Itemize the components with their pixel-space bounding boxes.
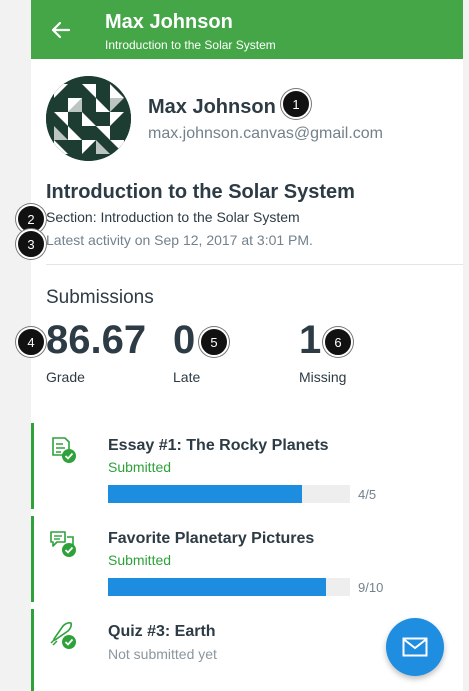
callout-marker: 4 [16,327,46,357]
assignment-title: Essay #1: The Rocky Planets [108,437,329,454]
assignment-status: Submitted [108,552,172,568]
quiz-rocket-icon [48,620,78,650]
missing-label: Missing [299,369,347,385]
app-bar: Max Johnson Introduction to the Solar Sy… [31,0,463,59]
student-context-screen: Max Johnson Introduction to the Solar Sy… [31,0,463,691]
latest-activity: Latest activity on Sep 12, 2017 at 3:01 … [46,232,313,248]
score-progress-fill [108,485,302,503]
callout-marker: 1 [281,89,311,119]
assignment-status-bar [31,516,34,602]
assignment-title: Favorite Planetary Pictures [108,530,315,547]
assignment-submitted-icon [48,435,78,465]
assignment-status: Not submitted yet [108,646,217,662]
callout-marker: 3 [16,229,46,259]
assignment-status-bar [31,423,34,509]
student-name: Max Johnson [148,96,276,118]
course-title: Introduction to the Solar System [46,181,355,203]
missing-count: 1 [299,318,322,362]
arrow-left-icon [51,21,71,39]
message-fab-button[interactable] [386,618,444,676]
grade-label: Grade [46,369,85,385]
section-name: Section: Introduction to the Solar Syste… [46,209,300,225]
assignment-score: 9/10 [358,580,384,595]
divider [46,264,463,265]
submissions-heading: Submissions [46,287,154,308]
callout-marker: 5 [199,327,229,357]
assignment-status-bar [31,609,34,691]
app-bar-subtitle: Introduction to the Solar System [105,38,276,52]
student-email: max.johnson.canvas@gmail.com [148,125,384,142]
late-count: 0 [173,318,196,362]
late-label: Late [173,369,201,385]
back-button[interactable] [49,18,73,42]
avatar-pattern-image [46,76,131,161]
envelope-icon [402,637,428,657]
score-progress-bar [108,485,350,503]
discussion-submitted-icon [48,528,78,558]
screenshot-frame: Max Johnson Introduction to the Solar Sy… [0,0,469,691]
assignment-title: Quiz #3: Earth [108,623,216,640]
avatar[interactable] [46,76,131,161]
score-progress-fill [108,578,326,596]
score-progress-bar [108,578,350,596]
app-bar-title: Max Johnson [105,11,233,33]
assignment-status: Submitted [108,459,172,475]
assignment-score: 4/5 [358,487,377,502]
grade-value: 86.67 [46,318,147,362]
callout-marker: 6 [323,327,353,357]
